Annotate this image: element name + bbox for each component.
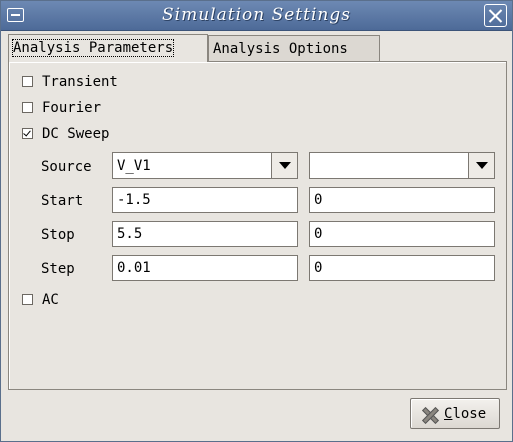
transient-label: Transient — [42, 74, 118, 90]
close-button[interactable]: Close — [410, 398, 500, 429]
dc-sweep-label: DC Sweep — [42, 126, 110, 142]
title-bar[interactable]: Simulation Settings — [1, 1, 512, 31]
step-label: Step — [41, 261, 75, 277]
source-select-primary[interactable]: V_V1 — [112, 152, 298, 179]
stop-input-primary[interactable]: 5.5 — [112, 221, 298, 247]
tab-analysis-options[interactable]: Analysis Options — [208, 35, 380, 62]
close-icon[interactable] — [484, 4, 507, 27]
step-input-primary[interactable]: 0.01 — [112, 255, 298, 281]
stop-input-secondary[interactable]: 0 — [309, 221, 495, 247]
fourier-label: Fourier — [42, 100, 102, 116]
cross-icon — [421, 406, 437, 422]
fourier-checkbox[interactable] — [22, 102, 33, 113]
ac-label: AC — [42, 292, 59, 308]
source-label: Source — [41, 159, 92, 175]
start-input-primary[interactable]: -1.5 — [112, 187, 298, 213]
dc-sweep-checkbox[interactable] — [22, 128, 33, 139]
close-label-rest: lose — [452, 406, 487, 422]
tab-label: Analysis Parameters — [11, 39, 175, 57]
simulation-settings-window: Simulation Settings Analysis Parameters … — [0, 0, 513, 442]
stop-label: Stop — [41, 227, 75, 243]
chevron-down-icon[interactable] — [468, 153, 494, 178]
start-input-secondary[interactable]: 0 — [309, 187, 495, 213]
close-button-label: Close — [444, 405, 486, 423]
transient-checkbox[interactable] — [22, 76, 33, 87]
ac-checkbox[interactable] — [22, 294, 33, 305]
window-title: Simulation Settings — [162, 5, 351, 25]
step-input-secondary[interactable]: 0 — [309, 255, 495, 281]
source-select-value: V_V1 — [117, 158, 151, 174]
start-label: Start — [41, 193, 84, 209]
tab-label: Analysis Options — [213, 41, 348, 57]
source-select-secondary[interactable] — [309, 152, 495, 179]
tab-analysis-parameters[interactable]: Analysis Parameters — [8, 34, 208, 62]
chevron-down-icon[interactable] — [271, 153, 297, 178]
